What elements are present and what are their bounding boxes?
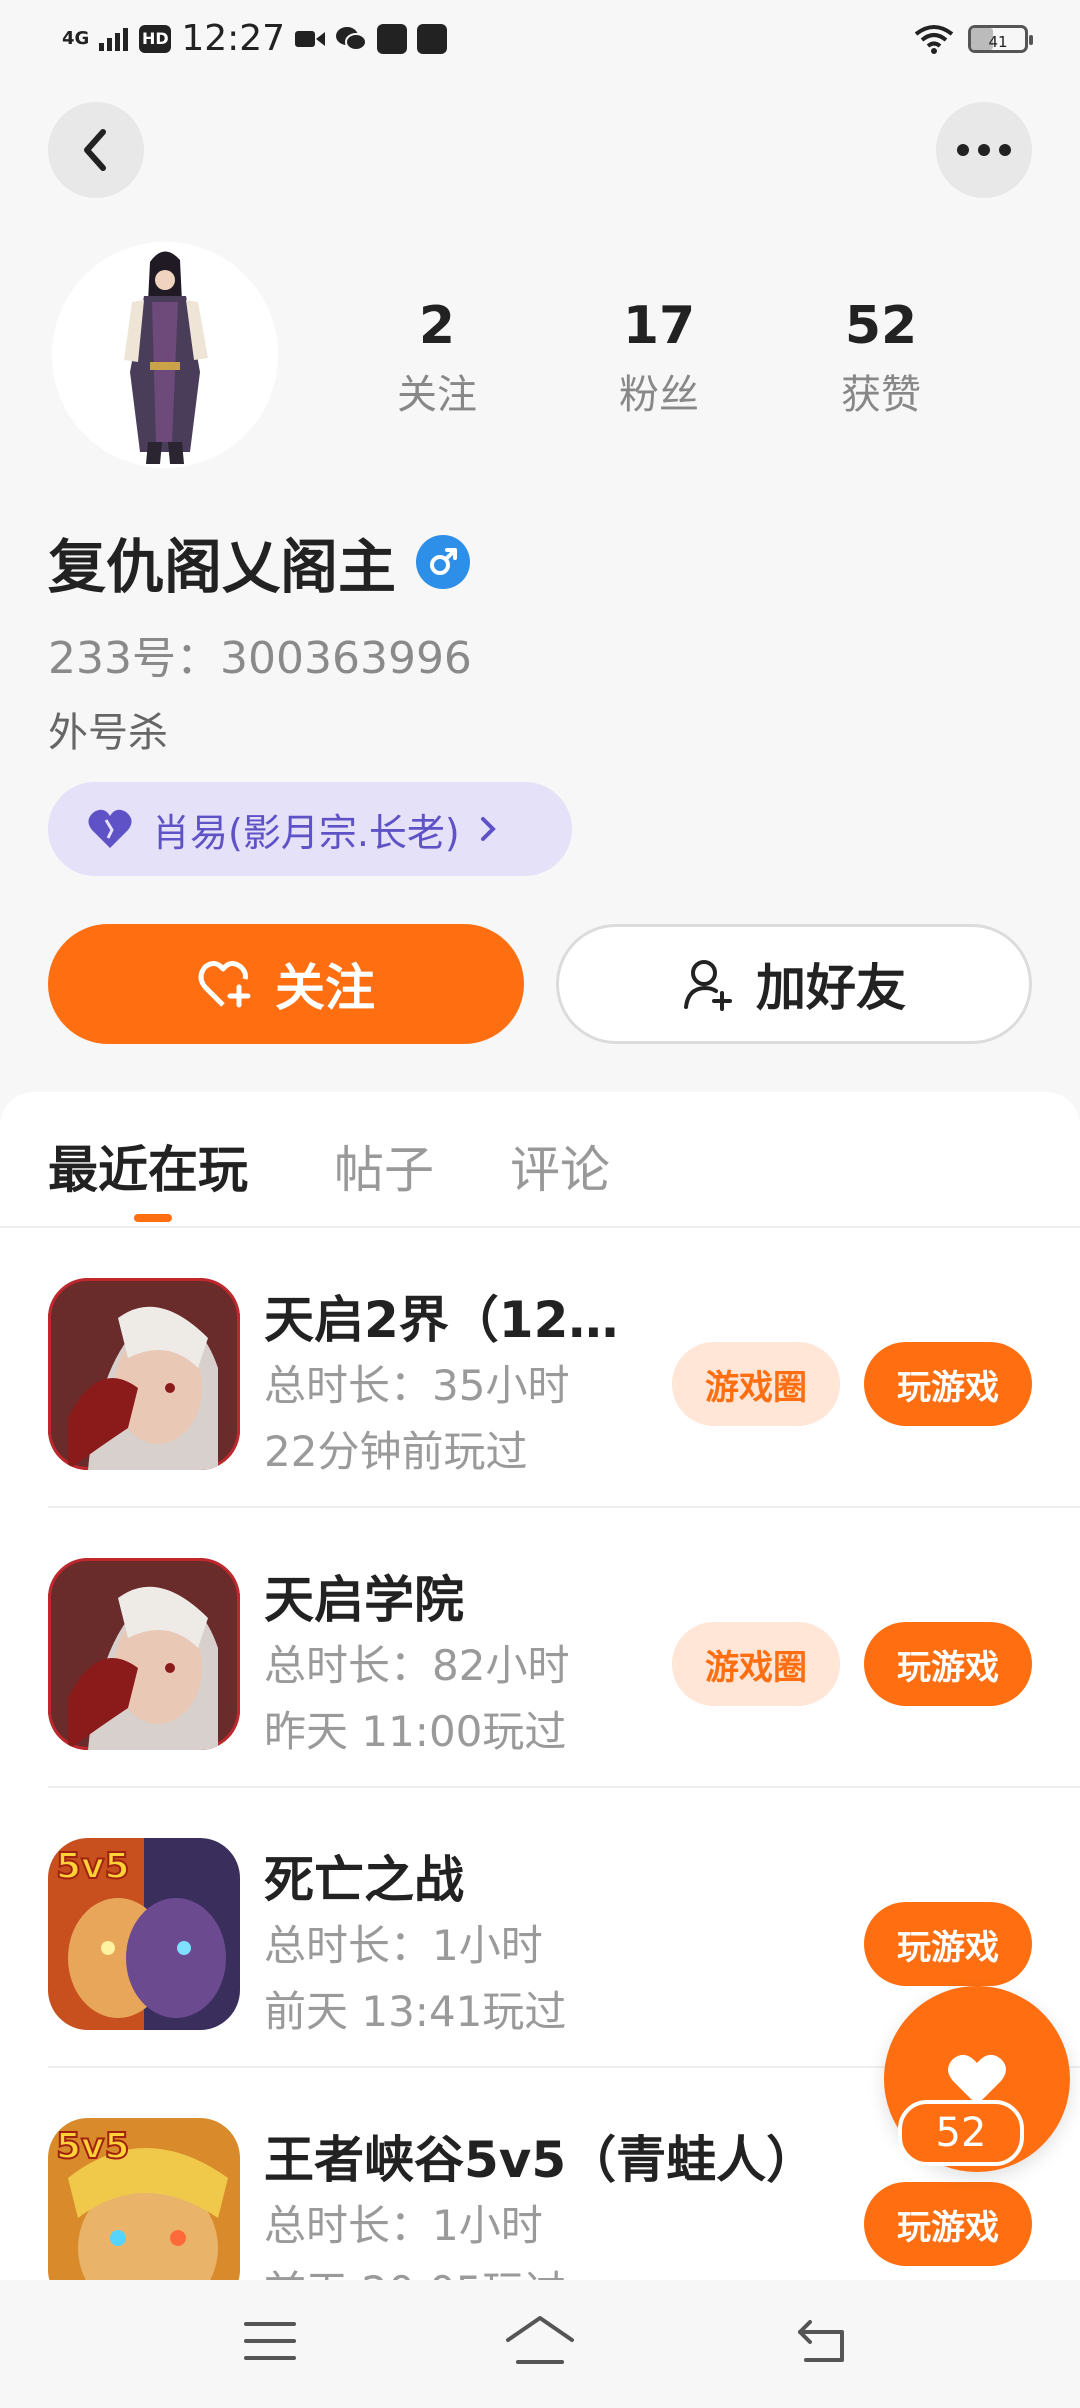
home-icon[interactable]: [504, 2314, 576, 2366]
game-last-played: 昨天 11:00玩过: [264, 1707, 567, 1756]
follow-button[interactable]: 关注: [48, 924, 524, 1044]
avatar[interactable]: [52, 242, 278, 468]
likes-label: 获赞: [841, 372, 921, 418]
game-duration: 总时长：82小时: [264, 1641, 570, 1690]
signal-icon: [99, 27, 129, 51]
back-button[interactable]: [48, 102, 144, 198]
game-duration: 总时长：1小时: [264, 1921, 543, 1970]
content-panel: 最近在玩 帖子 评论 天启2界（12… 总时长：35小时 22分钟前玩过 游戏圈…: [0, 1092, 1080, 2408]
more-horizontal-icon: [957, 144, 1011, 156]
profile-name: 复仇阁乂阁主: [48, 533, 397, 601]
fans-count: 17: [622, 296, 696, 356]
fans-label: 粉丝: [619, 372, 699, 418]
stat-fans[interactable]: 17 粉丝: [559, 296, 759, 420]
tab-recently-played[interactable]: 最近在玩: [48, 1130, 248, 1202]
play-game-button[interactable]: 玩游戏: [864, 1902, 1032, 1986]
tab-comments[interactable]: 评论: [510, 1130, 610, 1202]
avatar-character-image: [52, 242, 278, 468]
play-game-button[interactable]: 玩游戏: [864, 2182, 1032, 2266]
add-user-icon: [684, 960, 732, 1011]
video-icon: [295, 30, 326, 47]
relationship-tag[interactable]: 肖易(影月宗.长老): [48, 782, 572, 876]
play-game-button[interactable]: 玩游戏: [864, 1342, 1032, 1426]
game-circle-button[interactable]: 游戏圈: [672, 1342, 840, 1426]
game-circle-button[interactable]: 游戏圈: [672, 1622, 840, 1706]
game-icon: [48, 1278, 240, 1470]
battery-icon: 41: [968, 25, 1033, 53]
like-fab-count: 52: [898, 2100, 1024, 2166]
battery-level: 41: [988, 33, 1008, 51]
game-badge: 5v5: [56, 1846, 130, 1887]
hd-icon: HD: [139, 24, 172, 53]
network-label: 4G: [62, 27, 90, 49]
game-title: 死亡之战: [264, 1851, 464, 1909]
notification-icon: [377, 23, 408, 54]
wechat-icon: [336, 26, 368, 51]
heart-icon: [948, 2054, 1006, 2105]
stat-likes[interactable]: 52 获赞: [781, 296, 981, 420]
game-icon: 5v5: [48, 1838, 240, 2030]
status-bar: 4G HD 12:27 41: [0, 0, 1080, 80]
play-game-button[interactable]: 玩游戏: [864, 1622, 1032, 1706]
profile-name-row: 复仇阁乂阁主: [48, 520, 471, 604]
user-id: 233号：300363996: [48, 633, 472, 684]
tab-indicator: [134, 1214, 172, 1222]
status-time: 12:27: [181, 18, 286, 59]
status-left: 4G HD 12:27: [62, 18, 448, 59]
game-last-played: 22分钟前玩过: [264, 1427, 528, 1476]
gender-male-icon: [416, 535, 471, 589]
tab-posts[interactable]: 帖子: [334, 1130, 434, 1202]
game-title: 王者峡谷5v5（青蛙人）: [264, 2131, 817, 2189]
following-count: 2: [418, 296, 456, 356]
chevron-left-icon: [84, 129, 106, 171]
back-nav-icon[interactable]: [796, 2318, 848, 2364]
add-friend-label: 加好友: [756, 959, 906, 1017]
status-right: 41: [914, 24, 1033, 54]
heart-icon: [88, 809, 132, 848]
wifi-icon: [914, 25, 954, 54]
follow-button-label: 关注: [275, 959, 375, 1017]
game-list-item[interactable]: 天启学院 总时长：82小时 昨天 11:00玩过 游戏圈 玩游戏: [0, 1508, 1080, 1788]
heart-plus-icon: [198, 961, 251, 1008]
system-nav-bar: [0, 2280, 1080, 2408]
game-duration: 总时长：1小时: [264, 2201, 543, 2250]
add-friend-button[interactable]: 加好友: [556, 924, 1032, 1044]
user-bio: 外号杀: [48, 710, 168, 756]
game-last-played: 前天 13:41玩过: [264, 1987, 567, 2036]
game-title: 天启学院: [264, 1571, 464, 1629]
game-list-item[interactable]: 天启2界（12… 总时长：35小时 22分钟前玩过 游戏圈 玩游戏: [0, 1228, 1080, 1508]
likes-count: 52: [844, 296, 918, 356]
tab-bar: 最近在玩 帖子 评论: [0, 1092, 1080, 1228]
game-icon: [48, 1558, 240, 1750]
stat-following[interactable]: 2 关注: [337, 296, 537, 420]
more-button[interactable]: [936, 102, 1032, 198]
notification-icon-2: [417, 23, 448, 54]
game-title: 天启2界（12…: [264, 1291, 619, 1349]
game-badge: 5v5: [56, 2126, 130, 2167]
chevron-right-icon: [480, 817, 496, 841]
relationship-tag-label: 肖易(影月宗.长老): [152, 810, 460, 855]
following-label: 关注: [397, 372, 477, 418]
game-duration: 总时长：35小时: [264, 1361, 570, 1410]
menu-icon[interactable]: [244, 2320, 296, 2362]
